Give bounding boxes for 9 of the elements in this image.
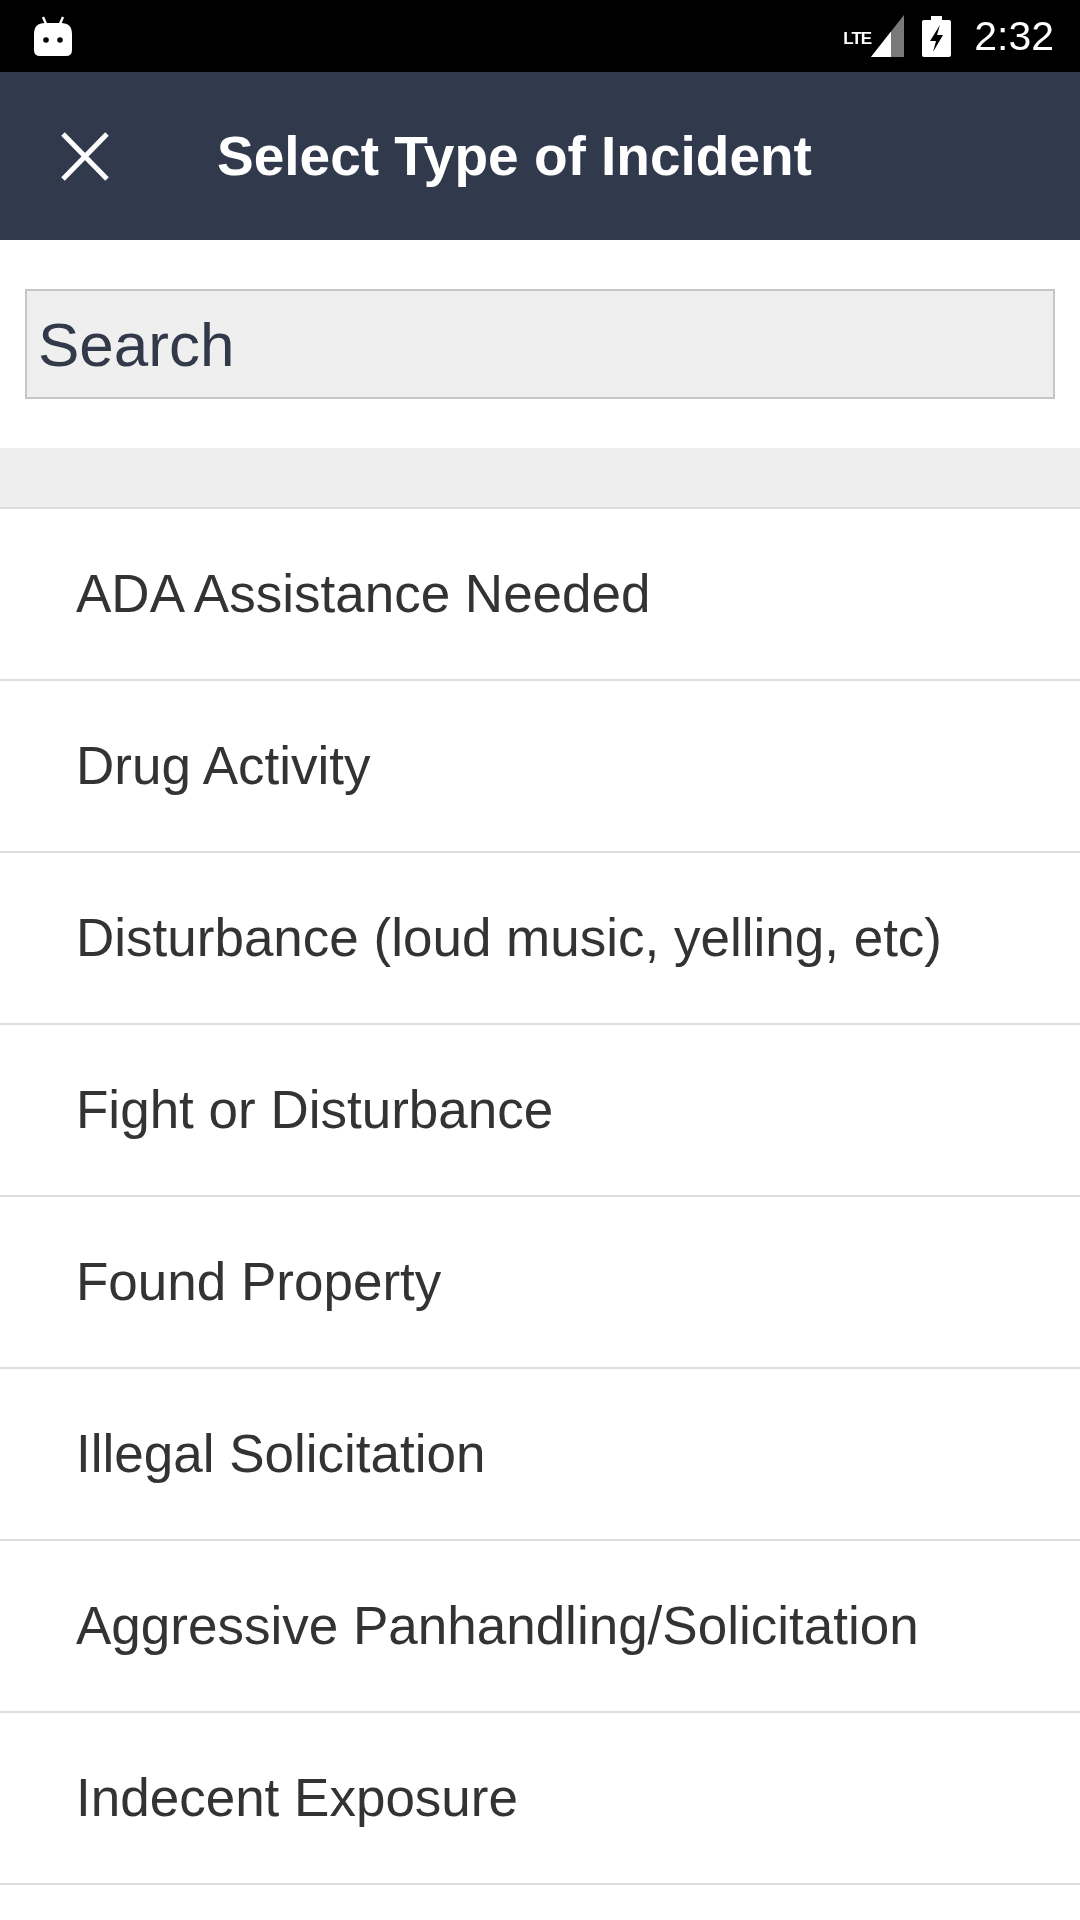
robot-head-icon (34, 16, 72, 56)
signal-icon (871, 15, 905, 57)
network-type-label: LTE (843, 30, 872, 47)
close-button[interactable] (61, 131, 109, 181)
status-time: 2:32 (974, 15, 1054, 57)
search-field[interactable]: Search (25, 289, 1055, 399)
close-icon (61, 131, 109, 181)
battery-charging-icon (922, 15, 952, 57)
screen-title: Select Type of Incident (217, 124, 812, 189)
